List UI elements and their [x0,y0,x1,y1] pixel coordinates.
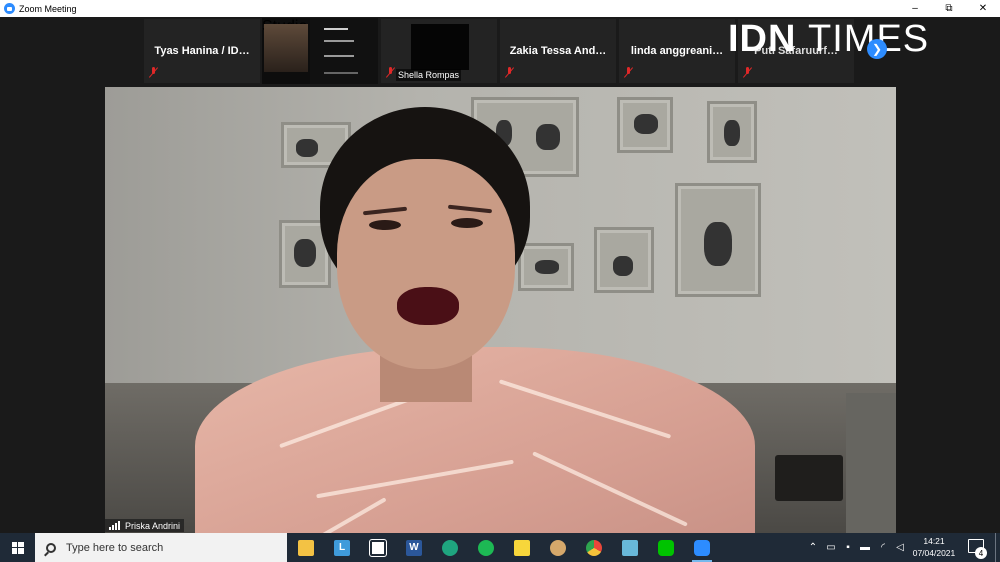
wall-frame [594,227,654,293]
chrome-icon [586,539,602,556]
participant-tile[interactable]: Tyas Hanina / ID… [143,18,261,84]
window-title: Zoom Meeting [19,3,77,14]
taskbar-app-paint[interactable] [545,536,571,559]
app-l-icon: L [334,539,350,556]
windows-taskbar: Type here to search L W ⌃ ▭ ▪ ▬ ◜ ◁ 14:2… [0,533,1000,562]
taskbar-app-edge[interactable] [437,536,463,559]
minimize-button[interactable]: – [898,0,932,17]
chevron-right-icon: ❯ [871,42,883,56]
speaker-face [337,159,515,369]
participant-tile[interactable]: linda anggreani… [618,18,736,84]
sticky-notes-icon [514,539,530,556]
participant-name: Tyas Hanina / ID… [154,45,250,57]
muted-mic-icon [149,67,158,78]
edge-icon [442,539,458,556]
wall-frame [518,243,574,291]
paint-icon [550,539,566,556]
participant-name: Shella Rompas [396,69,462,81]
main-video [105,87,896,533]
store-icon [369,538,387,557]
taskbar-app-word[interactable]: W [401,536,427,559]
taskbar-app-sticky-notes[interactable] [509,536,535,559]
file-explorer-icon [298,539,314,556]
terminal-icon [622,539,638,556]
battery-icon[interactable]: ▬ [858,533,872,562]
sofa-arm [846,393,896,533]
participant-tile[interactable]: Shella Rompas [380,18,498,84]
tray-overflow-chevron-icon[interactable]: ⌃ [806,533,820,562]
line-icon [658,539,674,556]
meet-now-icon[interactable]: ▭ [824,533,838,562]
search-placeholder: Type here to search [66,541,164,554]
taskbar-app-l[interactable]: L [329,536,355,559]
muted-mic-icon [386,67,395,78]
eye [451,218,483,228]
taskbar-app-store[interactable] [365,536,391,559]
muted-mic-icon [743,67,752,78]
taskbar-search[interactable]: Type here to search [35,533,287,562]
clock-time: 14:21 [923,536,945,546]
close-button[interactable]: ✕ [966,0,1000,17]
taskbar-app-line[interactable] [653,536,679,559]
signal-bars-icon [109,521,121,530]
idn-times-logo: IDN TIMES [728,18,930,60]
network-adapter-icon[interactable]: ▪ [841,533,855,562]
speaker-mouth [397,287,459,325]
wall-frame [707,101,757,163]
wall-frame [617,97,673,153]
taskbar-app-zoom[interactable] [689,536,715,562]
video-thumbnail [411,24,469,70]
shared-slide-thumbnail [310,18,378,84]
restore-button[interactable]: ⧉ [932,0,966,17]
taskbar-app-chrome[interactable] [581,536,607,559]
tissue-box [775,455,843,501]
participant-name: linda anggreani… [630,45,724,57]
muted-mic-icon [505,67,514,78]
next-page-button[interactable]: ❯ [867,39,887,59]
window-titlebar: Zoom Meeting – ⧉ ✕ [0,0,1000,17]
taskbar-clock[interactable]: 14:21 07/04/2021 [908,535,960,559]
volume-icon[interactable]: ◁ [893,533,907,562]
participant-name: Zakia Tessa And… [509,45,607,57]
windows-logo-icon [11,541,24,554]
wifi-icon[interactable]: ◜ [876,533,890,562]
notification-count-badge: 4 [975,547,987,559]
search-icon [46,542,56,553]
video-thumbnail [264,24,308,72]
clock-date: 07/04/2021 [912,548,956,558]
active-speaker-label: Priska Andrini [105,519,185,532]
participant-tile-studio-one[interactable]: Studio One [262,18,378,84]
taskbar-app-file-explorer[interactable] [293,536,319,559]
spotify-icon [478,539,494,556]
taskbar-app-terminal[interactable] [617,536,643,559]
speaker-name: Priska Andrini [125,520,181,531]
zoom-icon [694,539,710,556]
muted-mic-icon [624,67,633,78]
eye [369,220,401,230]
start-button[interactable] [0,533,35,562]
zoom-app-icon [4,3,15,14]
taskbar-app-spotify[interactable] [473,536,499,559]
word-icon: W [406,539,422,556]
speaker-body [195,347,755,533]
show-desktop-button[interactable] [995,533,1000,562]
wall-frame [675,183,761,297]
participant-tile[interactable]: Zakia Tessa And… [499,18,617,84]
